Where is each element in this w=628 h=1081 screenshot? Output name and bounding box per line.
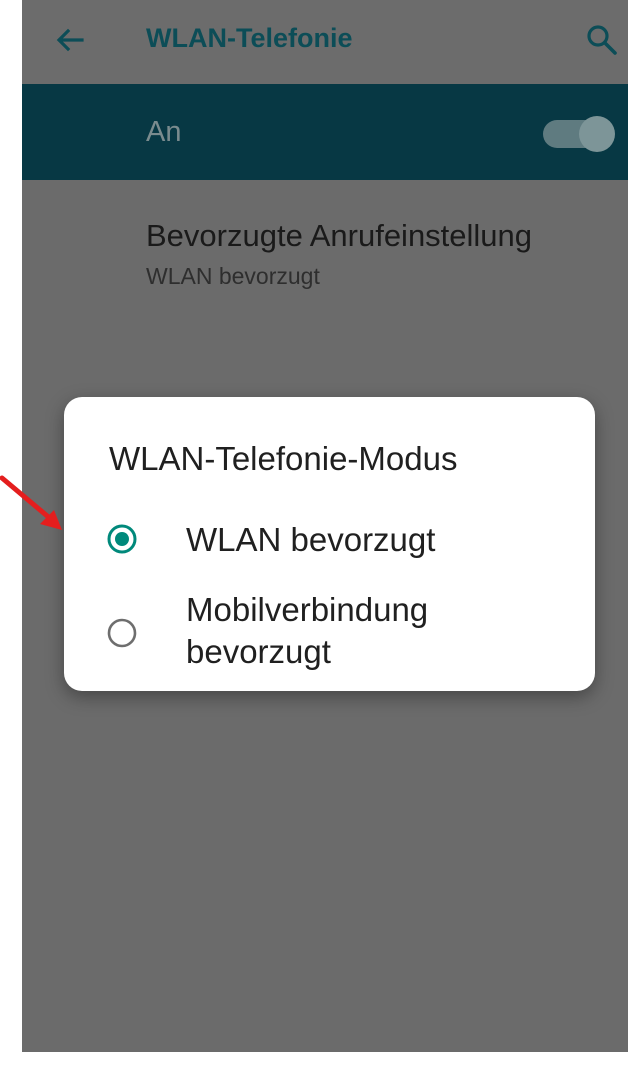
app-bar: WLAN-Telefonie bbox=[22, 0, 628, 84]
option-label: WLAN bevorzugt bbox=[186, 521, 436, 558]
toggle-thumb bbox=[579, 116, 615, 152]
radio-unselected-icon[interactable] bbox=[106, 617, 138, 649]
option-mobile-preferred[interactable]: Mobilverbindung bevorzugt bbox=[64, 583, 595, 679]
calling-mode-dialog: WLAN-Telefonie-Modus WLAN bevorzugt Mobi… bbox=[64, 397, 595, 691]
search-icon[interactable] bbox=[582, 20, 622, 60]
dialog-title: WLAN-Telefonie-Modus bbox=[109, 440, 458, 477]
option-wlan-preferred[interactable]: WLAN bevorzugt bbox=[64, 511, 595, 571]
master-toggle-switch[interactable] bbox=[543, 116, 615, 152]
master-switch-label: An bbox=[146, 116, 182, 148]
screenshot-frame: WLAN-Telefonie An Bevorzugte Anrufeinste… bbox=[0, 0, 628, 1081]
preference-summary: WLAN bevorzugt bbox=[146, 263, 320, 289]
page-title: WLAN-Telefonie bbox=[146, 23, 353, 53]
option-label: Mobilverbindung bevorzugt bbox=[186, 591, 429, 670]
radio-selected-icon[interactable] bbox=[106, 523, 138, 555]
annotation-arrow-icon bbox=[0, 475, 62, 530]
master-switch-bar[interactable]: An bbox=[22, 84, 628, 180]
preferred-call-setting-item[interactable]: Bevorzugte Anrufeinstellung WLAN bevorzu… bbox=[22, 196, 628, 306]
arrow-left-icon[interactable] bbox=[50, 20, 90, 60]
preference-title: Bevorzugte Anrufeinstellung bbox=[146, 218, 533, 253]
